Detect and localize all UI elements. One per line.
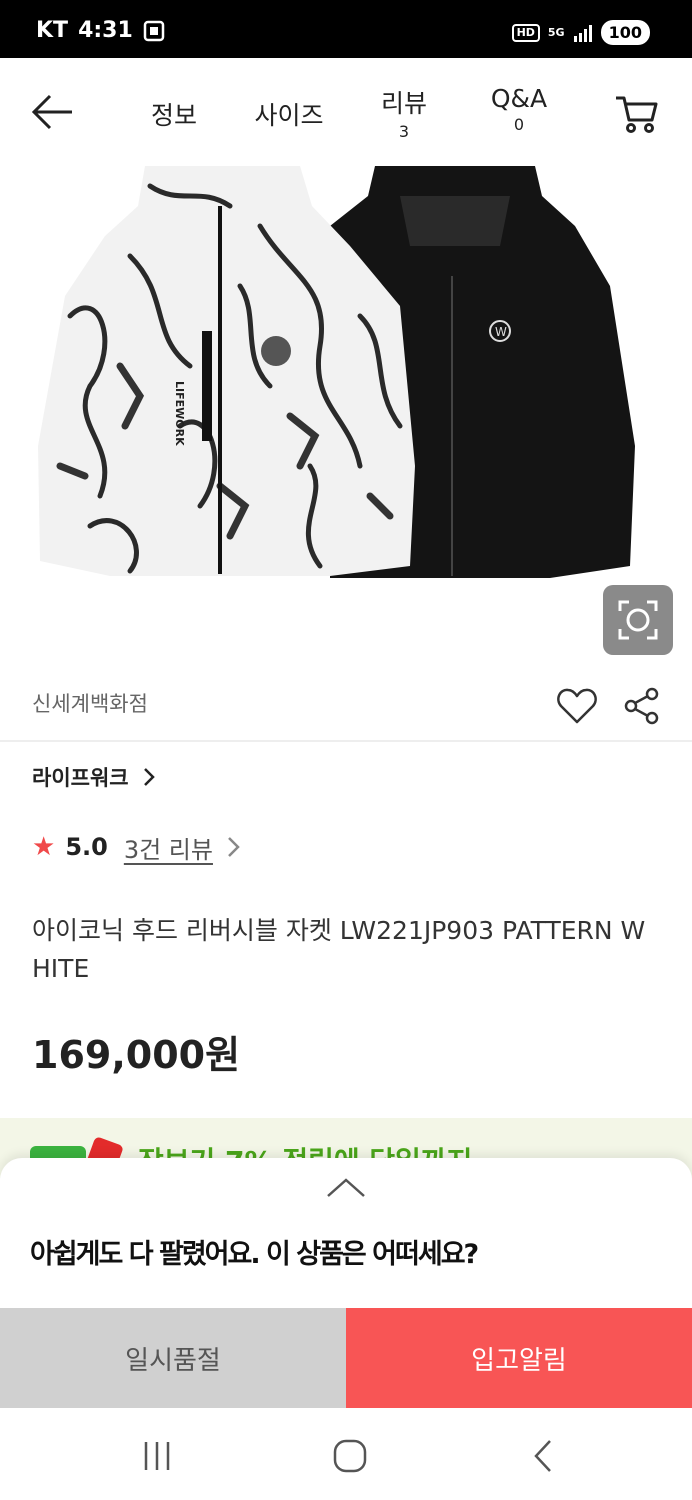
- star-icon: ★: [32, 832, 56, 862]
- tab-review-label: 리뷰: [380, 89, 427, 118]
- back-arrow-icon[interactable]: [30, 92, 76, 132]
- jacket-image: W LIFEWORK: [38, 166, 635, 578]
- review-count-link[interactable]: 3건 리뷰: [124, 830, 213, 865]
- soldout-button[interactable]: 일시품절: [0, 1308, 346, 1408]
- tab-qna[interactable]: Q&A 0: [486, 84, 552, 134]
- jacket-logo-text: LIFEWORK: [173, 381, 186, 446]
- tab-qna-label: Q&A: [490, 84, 548, 113]
- chevron-up-icon[interactable]: [325, 1176, 367, 1200]
- hd-badge: HD: [511, 23, 540, 42]
- recents-icon[interactable]: [138, 1438, 178, 1474]
- soldout-bottom-sheet: 아쉽게도 다 팔렸어요. 이 상품은 어떠세요?: [0, 1158, 692, 1308]
- home-icon[interactable]: [330, 1438, 370, 1474]
- battery-indicator: 100: [600, 20, 650, 45]
- system-nav-bar: [0, 1408, 692, 1500]
- lens-search-icon: [618, 600, 658, 640]
- tab-qna-count: 0: [513, 115, 525, 134]
- store-row: 신세계백화점: [0, 672, 692, 742]
- store-name: 신세계백화점: [32, 692, 148, 716]
- cart-icon[interactable]: [614, 92, 660, 134]
- product-image[interactable]: W LIFEWORK: [0, 166, 692, 666]
- carrier: KT: [36, 18, 69, 43]
- screenshot-icon: [143, 20, 165, 41]
- tab-size-label: 사이즈: [254, 101, 324, 130]
- restock-alert-button[interactable]: 입고알림: [346, 1308, 692, 1408]
- signal-icon: [573, 24, 592, 42]
- tab-review-count: 3: [398, 122, 410, 141]
- network-type: 5G: [547, 26, 565, 39]
- status-right: HD 5G 100: [511, 20, 650, 45]
- product-title: 아이코닉 후드 리버시블 자켓 LW221JP903 PATTERN WHITE: [32, 916, 646, 983]
- tab-size[interactable]: 사이즈: [248, 96, 330, 132]
- lens-search-button[interactable]: [603, 585, 673, 655]
- chevron-right-icon: [228, 837, 240, 857]
- brand-name: 라이프워크: [32, 766, 129, 790]
- heart-icon[interactable]: [556, 686, 598, 726]
- clock: 4:31: [78, 18, 133, 43]
- status-left: KT 4:31: [36, 18, 165, 43]
- status-bar: KT 4:31 HD 5G 100: [0, 0, 692, 58]
- svg-text:W: W: [495, 325, 507, 339]
- soldout-message: 아쉽게도 다 팔렸어요. 이 상품은 어떠세요?: [30, 1239, 479, 1270]
- tab-review[interactable]: 리뷰 3: [376, 84, 432, 141]
- product-top-nav: 정보 사이즈 리뷰 3 Q&A 0: [0, 58, 692, 166]
- share-icon[interactable]: [622, 686, 662, 726]
- rating-row: ★ 5.0 3건 리뷰: [32, 830, 241, 864]
- chevron-right-icon: [143, 768, 155, 786]
- rating-value: 5.0: [65, 833, 108, 861]
- brand-link[interactable]: 라이프워크: [32, 762, 155, 792]
- restock-alert-label: 입고알림: [471, 1345, 567, 1376]
- back-icon[interactable]: [524, 1438, 564, 1474]
- tab-info[interactable]: 정보: [146, 96, 202, 132]
- soldout-label: 일시품절: [125, 1345, 221, 1376]
- tab-info-label: 정보: [150, 101, 197, 130]
- product-price: 169,000원: [32, 1033, 241, 1077]
